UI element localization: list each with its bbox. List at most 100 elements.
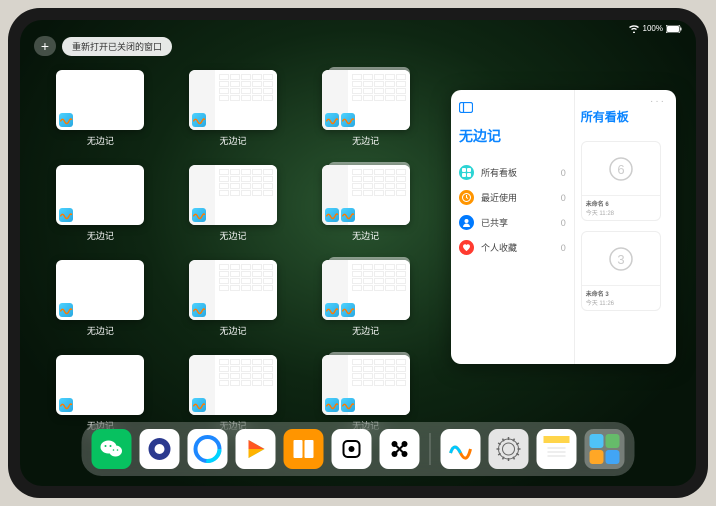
window-thumbnail [189, 165, 277, 225]
dock-app-connect[interactable] [380, 429, 420, 469]
window-thumbnail [322, 70, 410, 130]
window-thumbnail [189, 355, 277, 415]
panel-main-title: 所有看板 [581, 108, 670, 125]
panel-more-icon[interactable]: ··· [650, 96, 666, 107]
category-count: 0 [561, 168, 566, 178]
category-label: 个人收藏 [481, 241, 517, 254]
panel-main: 所有看板 6 未命名 6今天 11:28 3 未命名 3今天 11:26 [575, 90, 676, 364]
svg-text:6: 6 [617, 162, 624, 177]
window-label: 无边记 [352, 324, 379, 337]
freeform-app-icon [341, 303, 355, 317]
window-label: 无边记 [87, 324, 114, 337]
window-thumbnail [189, 260, 277, 320]
clock-icon [459, 190, 474, 205]
window-label: 无边记 [219, 229, 246, 242]
ipad-device: 100% + 重新打开已关闭的窗口 无边记无边记无边记无边记无边记无边记无边记无… [8, 8, 708, 498]
battery-icon [666, 25, 682, 33]
dock-app-quark[interactable] [140, 429, 180, 469]
window-thumbnail [322, 260, 410, 320]
dock-app-settings[interactable] [489, 429, 529, 469]
top-controls: + 重新打开已关闭的窗口 [34, 36, 172, 56]
window-item[interactable]: 无边记 [313, 165, 418, 242]
window-item[interactable]: 无边记 [48, 70, 153, 147]
window-thumbnail [189, 70, 277, 130]
dock-app-video[interactable] [236, 429, 276, 469]
board-card[interactable]: 3 未命名 3今天 11:26 [581, 231, 661, 311]
reopen-closed-window-button[interactable]: 重新打开已关闭的窗口 [62, 37, 172, 56]
freeform-app-icon [192, 113, 206, 127]
freeform-app-icon [325, 303, 339, 317]
heart-icon [459, 240, 474, 255]
dock-app-dice[interactable] [332, 429, 372, 469]
dock-app-books[interactable] [284, 429, 324, 469]
battery-text: 100% [643, 24, 663, 33]
window-thumbnail [322, 165, 410, 225]
freeform-app-icon [59, 303, 73, 317]
freeform-app-icon [192, 303, 206, 317]
sidebar-icon [459, 104, 473, 116]
category-count: 0 [561, 218, 566, 228]
screen: 100% + 重新打开已关闭的窗口 无边记无边记无边记无边记无边记无边记无边记无… [20, 20, 696, 486]
window-item[interactable]: 无边记 [181, 260, 286, 337]
window-item[interactable]: 无边记 [48, 260, 153, 337]
freeform-app-icon [59, 113, 73, 127]
window-item[interactable]: 无边记 [313, 70, 418, 147]
window-item[interactable]: 无边记 [48, 165, 153, 242]
window-label: 无边记 [352, 229, 379, 242]
dock-app-wechat[interactable] [92, 429, 132, 469]
window-thumbnail [56, 260, 144, 320]
freeform-app-icon [59, 208, 73, 222]
board-meta: 未命名 6今天 11:28 [582, 195, 660, 220]
window-item[interactable]: 无边记 [181, 165, 286, 242]
freeform-app-icon [325, 113, 339, 127]
person-icon [459, 215, 474, 230]
dock-app-qq-browser[interactable] [188, 429, 228, 469]
dock-separator [430, 433, 431, 465]
freeform-app-icon [325, 208, 339, 222]
board-sketch: 3 [582, 232, 660, 285]
category-heart[interactable]: 个人收藏 0 [459, 235, 566, 260]
window-label: 无边记 [87, 229, 114, 242]
sidebar-title: 无边记 [459, 126, 566, 146]
freeform-app-icon [341, 113, 355, 127]
dock-app-library[interactable] [585, 429, 625, 469]
svg-text:3: 3 [617, 252, 624, 267]
category-clock[interactable]: 最近使用 0 [459, 185, 566, 210]
freeform-panel[interactable]: ··· 无边记 所有看板 0 最近使用 0 已共享 0 个人收藏 0 所有看板 6 未命名 6今… [451, 90, 676, 364]
board-sketch: 6 [582, 142, 660, 195]
app-switcher-grid: 无边记无边记无边记无边记无边记无边记无边记无边记无边记无边记无边记无边记 [48, 70, 418, 432]
dock-app-freeform[interactable] [441, 429, 481, 469]
window-item[interactable]: 无边记 [313, 355, 418, 432]
freeform-app-icon [341, 398, 355, 412]
board-meta: 未命名 3今天 11:26 [582, 285, 660, 310]
category-grid[interactable]: 所有看板 0 [459, 160, 566, 185]
wifi-icon [628, 25, 640, 33]
category-count: 0 [561, 193, 566, 203]
dock-app-notes[interactable] [537, 429, 577, 469]
freeform-app-icon [192, 398, 206, 412]
window-thumbnail [322, 355, 410, 415]
category-label: 所有看板 [481, 166, 517, 179]
window-thumbnail [56, 70, 144, 130]
window-label: 无边记 [87, 134, 114, 147]
freeform-app-icon [59, 398, 73, 412]
panel-sidebar: 无边记 所有看板 0 最近使用 0 已共享 0 个人收藏 0 [451, 90, 575, 364]
category-count: 0 [561, 243, 566, 253]
window-item[interactable]: 无边记 [313, 260, 418, 337]
category-person[interactable]: 已共享 0 [459, 210, 566, 235]
window-thumbnail [56, 165, 144, 225]
category-label: 已共享 [481, 216, 508, 229]
category-label: 最近使用 [481, 191, 517, 204]
window-item[interactable]: 无边记 [181, 355, 286, 432]
window-item[interactable]: 无边记 [48, 355, 153, 432]
board-card[interactable]: 6 未命名 6今天 11:28 [581, 141, 661, 221]
grid-icon [459, 165, 474, 180]
dock [82, 422, 635, 476]
freeform-app-icon [341, 208, 355, 222]
window-label: 无边记 [352, 134, 379, 147]
status-bar: 100% [628, 24, 682, 33]
window-thumbnail [56, 355, 144, 415]
new-window-button[interactable]: + [34, 36, 56, 56]
window-item[interactable]: 无边记 [181, 70, 286, 147]
freeform-app-icon [325, 398, 339, 412]
